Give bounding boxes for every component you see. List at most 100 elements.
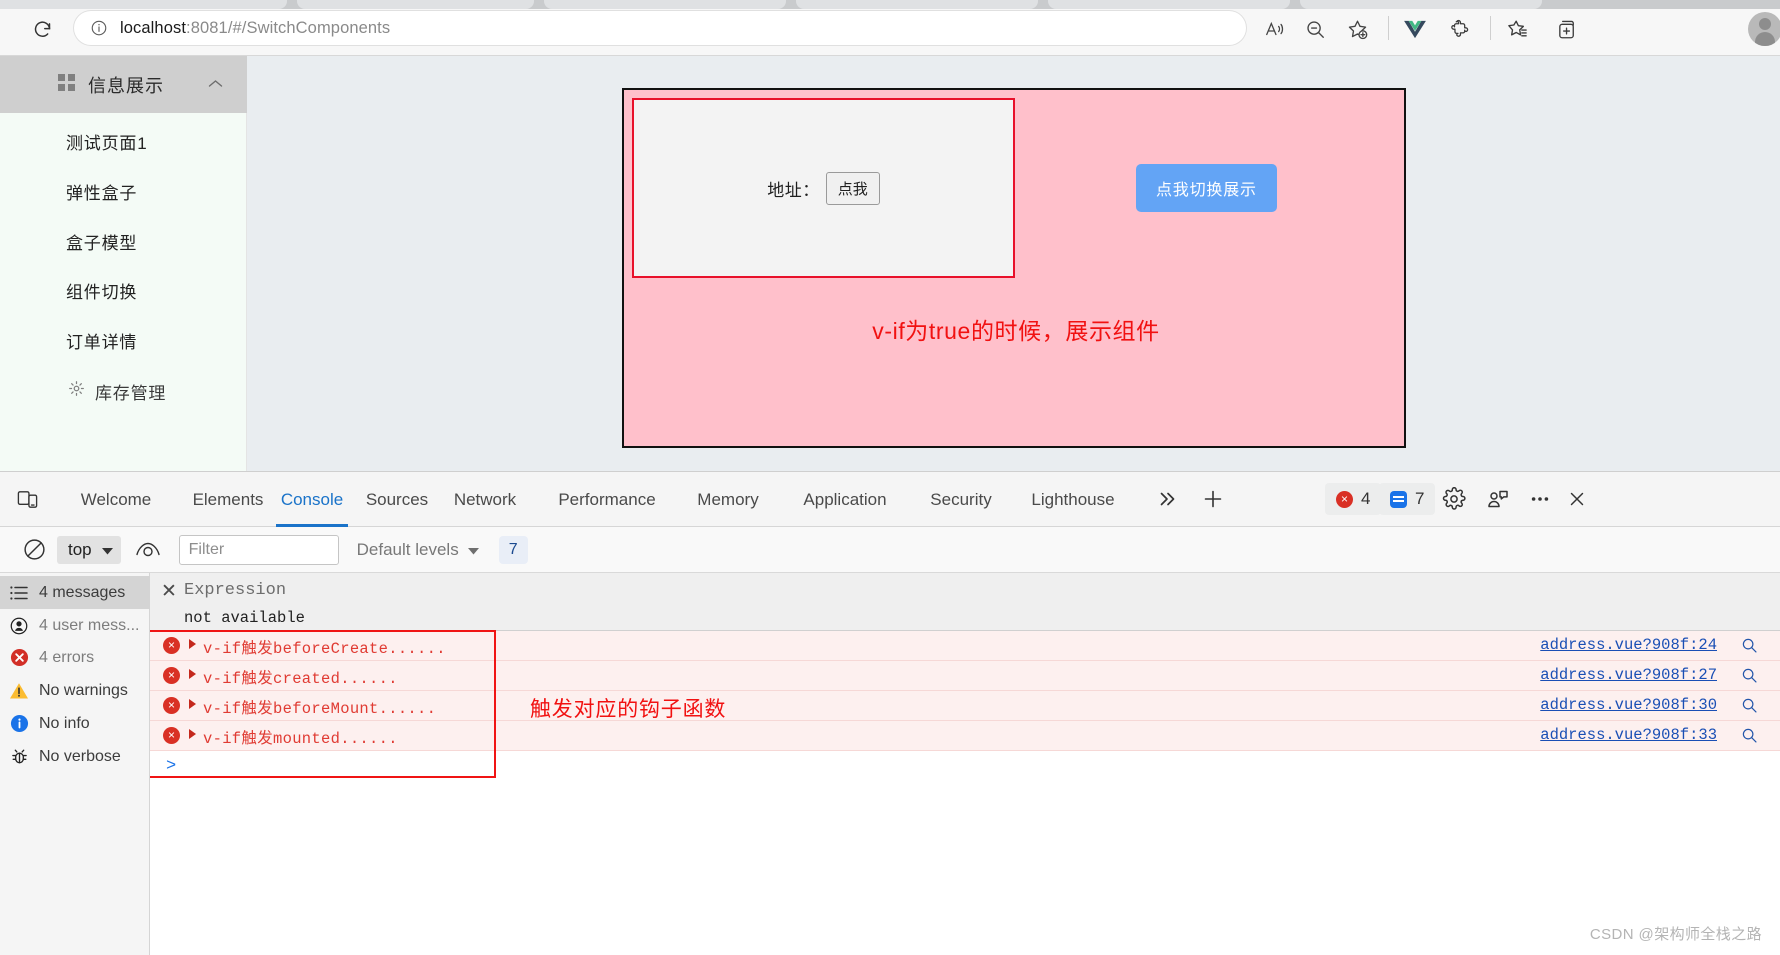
tab-security[interactable]: Security — [918, 472, 1004, 527]
console-sidebar-item-errors[interactable]: 4 errors — [0, 641, 150, 674]
message-count-badge[interactable]: 7 — [1379, 483, 1436, 515]
read-aloud-icon[interactable] — [1258, 12, 1292, 46]
search-icon[interactable] — [1741, 697, 1758, 719]
favorites-icon[interactable] — [1500, 12, 1534, 46]
tab-console[interactable]: Console — [276, 472, 348, 527]
error-icon: × — [163, 637, 180, 654]
tab-application[interactable]: Application — [786, 472, 904, 527]
tab-lighthouse[interactable]: Lighthouse — [1016, 472, 1130, 527]
console-sidebar-item-verbose[interactable]: No verbose — [0, 740, 150, 773]
tab-performance[interactable]: Performance — [542, 472, 672, 527]
console-filter-input[interactable] — [178, 534, 339, 565]
tab-label: Memory — [697, 489, 759, 509]
console-prompt-row[interactable]: > — [150, 753, 1780, 781]
sidebar-item-box-model[interactable]: 盒子模型 — [0, 213, 247, 269]
close-icon[interactable]: ✕ — [161, 582, 177, 601]
url-path: :8081/#/SwitchComponents — [186, 18, 391, 37]
devtools-settings-gear-icon[interactable] — [1437, 482, 1471, 516]
sidebar-item-flexbox[interactable]: 弹性盒子 — [0, 163, 247, 219]
zoom-out-icon[interactable] — [1298, 12, 1332, 46]
device-toolbar-icon[interactable] — [10, 482, 44, 516]
create-live-expression-icon[interactable] — [135, 540, 161, 560]
console-context-selector[interactable]: top — [57, 535, 121, 564]
console-log-source-link[interactable]: address.vue?908f:33 — [1540, 726, 1717, 744]
clear-console-icon[interactable] — [22, 537, 47, 562]
address-bar[interactable]: localhost:8081/#/SwitchComponents — [74, 11, 1246, 45]
user-message-icon — [8, 617, 30, 635]
site-info-icon[interactable] — [90, 19, 108, 37]
plus-icon[interactable] — [1196, 482, 1230, 516]
sidebar-group-header[interactable]: 信息展示 — [0, 56, 247, 113]
collections-icon[interactable] — [1550, 12, 1584, 46]
error-count-badge[interactable]: × 4 — [1325, 483, 1382, 515]
expand-triangle-icon[interactable] — [189, 669, 196, 679]
info-icon — [8, 714, 30, 733]
tab-memory[interactable]: Memory — [684, 472, 772, 527]
console-log-source-link[interactable]: address.vue?908f:30 — [1540, 696, 1717, 714]
toolbar-divider — [1490, 16, 1491, 40]
console-message-badge[interactable]: 7 — [498, 535, 528, 564]
chevron-up-icon[interactable] — [208, 76, 223, 94]
console-sidebar-item-info[interactable]: No info — [0, 707, 150, 740]
console-sidebar-item-user-messages[interactable]: 4 user mess... — [0, 609, 150, 642]
console-message-list: ✕ Expression not available × v-if触发befor… — [150, 573, 1780, 955]
more-options-icon[interactable] — [1523, 482, 1557, 516]
address-label: 地址： — [767, 180, 820, 200]
browser-tab[interactable] — [0, 0, 287, 9]
console-log-levels-selector[interactable]: Default levels — [357, 540, 479, 560]
address-click-button[interactable]: 点我 — [825, 171, 880, 205]
sidebar-item-inventory[interactable]: 库存管理 — [0, 363, 247, 419]
message-count: 7 — [1415, 489, 1425, 508]
browser-tab[interactable] — [544, 0, 786, 9]
sidebar-item-test-page-1[interactable]: 测试页面1 — [0, 113, 247, 169]
url-text: localhost:8081/#/SwitchComponents — [120, 19, 390, 38]
vue-devtools-icon[interactable] — [1398, 12, 1432, 46]
console-log-row[interactable]: × v-if触发beforeMount...... address.vue?90… — [150, 691, 1780, 721]
expand-triangle-icon[interactable] — [189, 729, 196, 739]
profile-avatar[interactable] — [1748, 12, 1780, 46]
browser-tab[interactable] — [1048, 0, 1290, 9]
live-expression-value: not available — [184, 609, 305, 627]
switch-display-button[interactable]: 点我切换展示 — [1136, 164, 1277, 212]
chevron-double-right-icon[interactable] — [1150, 482, 1184, 516]
console-filter-toolbar: top Default levels 7 — [0, 527, 1780, 573]
sidebar-item-label: 测试页面1 — [66, 133, 148, 153]
console-sidebar: 4 messages 4 user mess... 4 errors No wa… — [0, 573, 150, 955]
console-log-row[interactable]: × v-if触发mounted...... address.vue?908f:3… — [150, 721, 1780, 751]
tab-network[interactable]: Network — [444, 472, 526, 527]
expand-triangle-icon[interactable] — [189, 699, 196, 709]
search-icon[interactable] — [1741, 667, 1758, 689]
search-icon[interactable] — [1741, 727, 1758, 749]
sidebar-item-order-detail[interactable]: 订单详情 — [0, 312, 247, 368]
tab-sources[interactable]: Sources — [357, 472, 437, 527]
search-icon[interactable] — [1741, 637, 1758, 659]
console-log-source-link[interactable]: address.vue?908f:27 — [1540, 666, 1717, 684]
console-sidebar-item-warnings[interactable]: No warnings — [0, 674, 150, 707]
tab-strip — [0, 0, 1780, 9]
console-log-source-link[interactable]: address.vue?908f:24 — [1540, 636, 1717, 654]
console-log-row[interactable]: × v-if触发created...... address.vue?908f:2… — [150, 661, 1780, 691]
tab-label: Network — [453, 489, 517, 509]
sidebar-item-label: 弹性盒子 — [66, 183, 138, 203]
add-favorite-icon[interactable] — [1340, 12, 1374, 46]
console-log-row[interactable]: × v-if触发beforeCreate...... address.vue?9… — [150, 631, 1780, 661]
devtools-close-icon[interactable] — [1560, 482, 1594, 516]
live-expression-title: Expression — [184, 581, 287, 600]
feedback-icon[interactable] — [1481, 482, 1515, 516]
browser-tab[interactable] — [297, 0, 534, 9]
console-sidebar-item-messages[interactable]: 4 messages — [0, 576, 150, 609]
tab-label: Performance — [558, 489, 656, 509]
error-icon: × — [163, 667, 180, 684]
sidebar-item-switch-components[interactable]: 组件切换 — [0, 262, 247, 318]
tab-elements[interactable]: Elements — [182, 472, 274, 527]
console-sidebar-label: No info — [39, 714, 90, 732]
extensions-icon[interactable] — [1442, 12, 1476, 46]
devtools-panel: Welcome Elements Console Sources Network… — [0, 471, 1780, 955]
expand-triangle-icon[interactable] — [189, 639, 196, 649]
address-row: 地址： 点我 — [767, 171, 880, 205]
browser-tab[interactable] — [1300, 0, 1542, 9]
sidebar-item-label: 盒子模型 — [66, 233, 138, 253]
reload-icon[interactable] — [26, 13, 58, 45]
browser-tab[interactable] — [796, 0, 1038, 9]
tab-welcome[interactable]: Welcome — [68, 472, 164, 527]
